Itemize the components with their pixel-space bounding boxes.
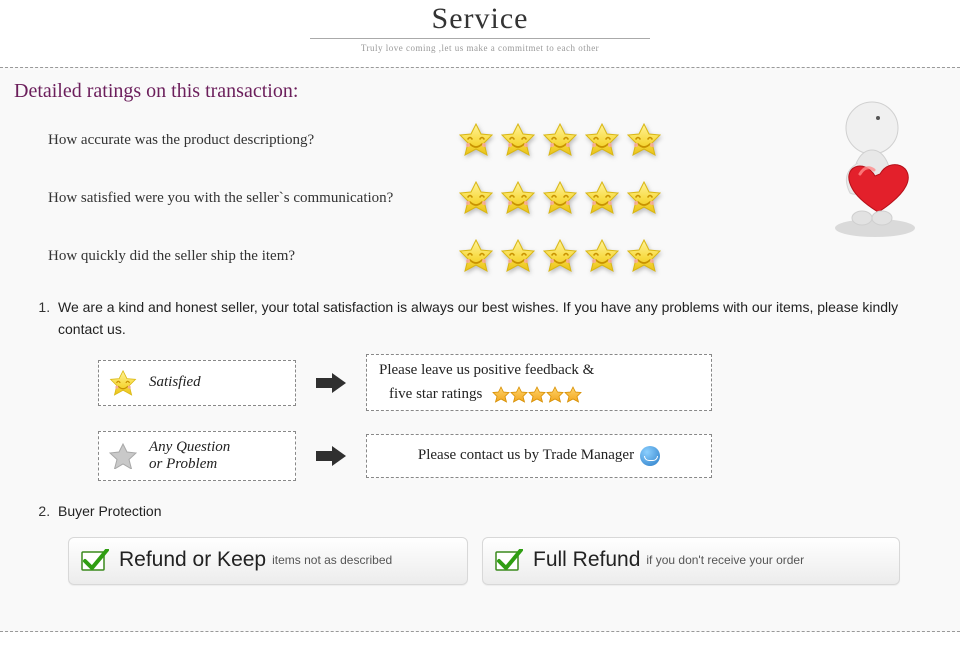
full-refund-card: Full Refund if you don't receive your or… [482, 537, 900, 585]
feedback-row-problem: Any Question or Problem Please contact u… [98, 431, 946, 481]
arrow-right-icon [316, 446, 346, 466]
rating-row-shipping: How quickly did the seller ship the item… [48, 239, 946, 273]
header-subtitle: Truly love coming ,let us make a commitm… [0, 43, 960, 53]
service-header: Service Truly love coming ,let us make a… [0, 0, 960, 53]
refund-keep-main: Refund or Keep [119, 544, 266, 577]
question-box: Any Question or Problem [98, 431, 296, 481]
buyer-protection-title: Buyer Protection [58, 503, 162, 519]
rating-question: How satisfied were you with the seller`s… [48, 190, 448, 207]
note-item-2: Buyer Protection Refund or Keep items no… [54, 501, 946, 585]
satisfied-action-box: Please leave us positive feedback & five… [366, 354, 712, 411]
note-item-1: We are a kind and honest seller, your to… [54, 297, 946, 481]
satisfied-action-line1: Please leave us positive feedback & [379, 359, 594, 382]
satisfied-label: Satisfied [149, 374, 201, 391]
question-label: Any Question or Problem [149, 439, 230, 472]
five-star-rating-icon [458, 123, 662, 157]
rating-row-communication: How satisfied were you with the seller`s… [48, 181, 946, 215]
rating-question: How quickly did the seller ship the item… [48, 248, 448, 265]
notes-list: We are a kind and honest seller, your to… [54, 297, 946, 585]
five-star-rating-icon [458, 181, 662, 215]
satisfied-box: Satisfied [98, 360, 296, 406]
rating-row-accuracy: How accurate was the product description… [48, 123, 946, 157]
question-action-box: Please contact us by Trade Manager [366, 434, 712, 478]
feedback-guidance: Satisfied Please leave us positive feedb… [58, 354, 946, 481]
ratings-section: Detailed ratings on this transaction: Ho… [0, 67, 960, 632]
section-heading: Detailed ratings on this transaction: [14, 80, 946, 103]
five-star-rating-icon [458, 239, 662, 273]
protection-cards: Refund or Keep items not as described Fu… [68, 537, 946, 585]
arrow-right-icon [316, 373, 346, 393]
full-refund-sub: if you don't receive your order [646, 551, 804, 570]
feedback-row-satisfied: Satisfied Please leave us positive feedb… [98, 354, 946, 411]
mini-five-stars-icon [492, 386, 582, 403]
trade-manager-icon [640, 446, 660, 466]
check-icon [495, 549, 523, 573]
header-underline [310, 38, 650, 39]
header-title: Service [0, 2, 960, 36]
ratings-list: How accurate was the product description… [48, 123, 946, 273]
note-1-text: We are a kind and honest seller, your to… [58, 299, 898, 337]
refund-keep-sub: items not as described [272, 551, 392, 570]
gold-star-icon [109, 370, 137, 396]
rating-question: How accurate was the product description… [48, 132, 448, 149]
refund-or-keep-card: Refund or Keep items not as described [68, 537, 468, 585]
full-refund-main: Full Refund [533, 544, 640, 577]
satisfied-action-line2: five star ratings [389, 383, 582, 406]
mascot-with-heart-icon [820, 88, 930, 238]
check-icon [81, 549, 109, 573]
question-action-text: Please contact us by Trade Manager [418, 444, 634, 467]
five-star-text: five star ratings [389, 383, 482, 406]
gray-star-icon [109, 443, 137, 469]
